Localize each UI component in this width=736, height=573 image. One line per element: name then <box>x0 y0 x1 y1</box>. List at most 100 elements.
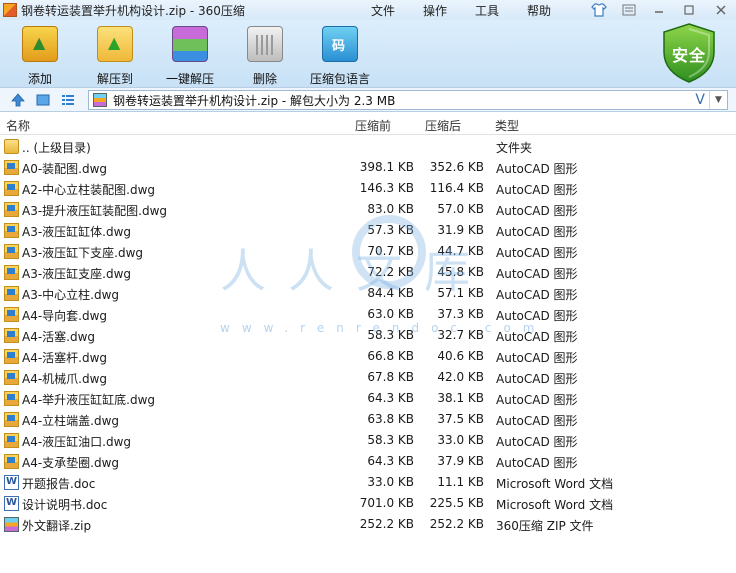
extract-button-label: 解压到 <box>96 72 133 86</box>
dwg-icon <box>4 433 19 448</box>
column-type[interactable]: 类型 <box>495 117 519 134</box>
close-icon[interactable] <box>706 1 736 19</box>
file-name: 开题报告.doc <box>22 477 96 491</box>
column-packed[interactable]: 压缩后 <box>425 117 461 134</box>
delete-button[interactable]: 删除 <box>230 26 300 87</box>
file-row[interactable]: A4-活塞杆.dwg 66.8 KB 40.6 KB AutoCAD 图形 <box>0 346 736 367</box>
security-shield-badge[interactable]: 安全 <box>660 22 718 84</box>
file-row[interactable]: .. (上级目录) 文件夹 <box>0 136 736 157</box>
file-size: 70.7 KB <box>367 244 414 258</box>
file-type: AutoCAD 图形 <box>496 414 578 428</box>
file-row[interactable]: 设计说明书.doc 701.0 KB 225.5 KB Microsoft Word … <box>0 493 736 514</box>
dwg-icon <box>4 223 19 238</box>
one-click-extract-icon <box>172 26 208 62</box>
file-row[interactable]: A4-液压缸油口.dwg 58.3 KB 33.0 KB AutoCAD 图形 <box>0 430 736 451</box>
menu-help[interactable]: 帮助 <box>527 2 551 19</box>
file-size: 33.0 KB <box>367 475 414 489</box>
file-packed-size: 37.3 KB <box>437 307 484 321</box>
file-row[interactable]: A3-液压缸支座.dwg 72.2 KB 45.8 KB AutoCAD 图形 <box>0 262 736 283</box>
extract-to-button[interactable]: 解压到 <box>80 26 150 87</box>
file-type: 文件夹 <box>496 141 533 155</box>
file-packed-size: 45.8 KB <box>437 265 484 279</box>
menu-file[interactable]: 文件 <box>371 2 395 19</box>
dwg-icon <box>4 286 19 301</box>
column-size[interactable]: 压缩前 <box>355 117 391 134</box>
archive-language-button[interactable]: 压缩包语言 <box>305 26 375 87</box>
file-type: AutoCAD 图形 <box>496 246 578 260</box>
minimize-icon[interactable] <box>646 1 672 19</box>
file-size: 58.3 KB <box>367 328 414 342</box>
up-arrow-icon[interactable] <box>10 92 26 108</box>
thumbnail-view-icon[interactable] <box>35 92 51 108</box>
file-size: 701.0 KB <box>359 496 414 510</box>
archive-language-label: 压缩包语言 <box>309 72 370 86</box>
file-name: A3-中心立柱.dwg <box>22 288 120 302</box>
path-field[interactable]: 钢卷转运装置举升机构设计.zip - 解包大小为 2.3 MB V ▼ <box>88 90 728 110</box>
dwg-icon <box>4 391 19 406</box>
file-packed-size: 31.9 KB <box>437 223 484 237</box>
menu-list-icon[interactable] <box>616 1 642 19</box>
file-size: 57.3 KB <box>367 223 414 237</box>
file-row[interactable]: A4-支承垫圈.dwg 64.3 KB 37.9 KB AutoCAD 图形 <box>0 451 736 472</box>
file-row[interactable]: 外文翻译.zip 252.2 KB 252.2 KB 360压缩 ZIP 文件 <box>0 514 736 535</box>
file-name: A4-举升液压缸缸底.dwg <box>22 393 156 407</box>
file-row[interactable]: A4-立柱端盖.dwg 63.8 KB 37.5 KB AutoCAD 图形 <box>0 409 736 430</box>
dwg-icon <box>4 370 19 385</box>
file-packed-size: 40.6 KB <box>437 349 484 363</box>
delete-button-label: 删除 <box>252 72 277 86</box>
add-button[interactable]: 添加 <box>5 26 75 87</box>
file-name: A3-液压缸支座.dwg <box>22 267 132 281</box>
file-row[interactable]: A4-机械爪.dwg 67.8 KB 42.0 KB AutoCAD 图形 <box>0 367 736 388</box>
file-packed-size: 11.1 KB <box>437 475 484 489</box>
chevron-down-icon[interactable]: ▼ <box>709 91 727 109</box>
file-row[interactable]: A2-中心立柱装配图.dwg 146.3 KB 116.4 KB AutoCAD 图形 <box>0 178 736 199</box>
file-row[interactable]: A4-活塞.dwg 58.3 KB 32.7 KB AutoCAD 图形 <box>0 325 736 346</box>
list-view-icon[interactable] <box>60 92 76 108</box>
file-size: 66.8 KB <box>367 349 414 363</box>
file-size: 72.2 KB <box>367 265 414 279</box>
column-name[interactable]: 名称 <box>6 117 30 134</box>
file-type: AutoCAD 图形 <box>496 351 578 365</box>
file-packed-size: 33.0 KB <box>437 433 484 447</box>
file-name: A4-机械爪.dwg <box>22 372 108 386</box>
file-type: AutoCAD 图形 <box>496 309 578 323</box>
file-row[interactable]: A4-举升液压缸缸底.dwg 64.3 KB 38.1 KB AutoCAD 图形 <box>0 388 736 409</box>
file-type: AutoCAD 图形 <box>496 288 578 302</box>
file-type: AutoCAD 图形 <box>496 435 578 449</box>
restore-icon[interactable] <box>676 1 702 19</box>
file-row[interactable]: A3-提升液压缸装配图.dwg 83.0 KB 57.0 KB AutoCAD 图形 <box>0 199 736 220</box>
file-packed-size: 42.0 KB <box>437 370 484 384</box>
dwg-icon <box>4 265 19 280</box>
file-size: 63.0 KB <box>367 307 414 321</box>
file-size: 252.2 KB <box>359 517 414 531</box>
file-size: 58.3 KB <box>367 433 414 447</box>
file-row[interactable]: 开题报告.doc 33.0 KB 11.1 KB Microsoft Word 文档 <box>0 472 736 493</box>
file-type: Microsoft Word 文档 <box>496 477 614 491</box>
file-row[interactable]: A3-液压缸下支座.dwg 70.7 KB 44.7 KB AutoCAD 图形 <box>0 241 736 262</box>
file-size: 146.3 KB <box>359 181 414 195</box>
file-name: A3-液压缸缸体.dwg <box>22 225 132 239</box>
menu-tools[interactable]: 工具 <box>475 2 499 19</box>
file-row[interactable]: A3-中心立柱.dwg 84.4 KB 57.1 KB AutoCAD 图形 <box>0 283 736 304</box>
file-name: A3-液压缸下支座.dwg <box>22 246 144 260</box>
file-type: AutoCAD 图形 <box>496 183 578 197</box>
dwg-icon <box>4 181 19 196</box>
file-packed-size: 37.9 KB <box>437 454 484 468</box>
file-row[interactable]: A4-导向套.dwg 63.0 KB 37.3 KB AutoCAD 图形 <box>0 304 736 325</box>
skin-shirt-icon[interactable] <box>586 1 612 19</box>
path-history-toggle[interactable]: V <box>695 91 705 109</box>
folder-icon <box>4 139 19 154</box>
file-name: A2-中心立柱装配图.dwg <box>22 183 156 197</box>
dwg-icon <box>4 328 19 343</box>
file-type: AutoCAD 图形 <box>496 393 578 407</box>
file-row[interactable]: A0-装配图.dwg 398.1 KB 352.6 KB AutoCAD 图形 <box>0 157 736 178</box>
file-row[interactable]: A3-液压缸缸体.dwg 57.3 KB 31.9 KB AutoCAD 图形 <box>0 220 736 241</box>
trash-can-icon <box>247 26 283 62</box>
file-type: AutoCAD 图形 <box>496 267 578 281</box>
menu-operation[interactable]: 操作 <box>423 2 447 19</box>
file-size: 84.4 KB <box>367 286 414 300</box>
file-name: A4-活塞.dwg <box>22 330 96 344</box>
file-name: A4-导向套.dwg <box>22 309 108 323</box>
zip-archive-icon <box>4 517 19 532</box>
one-click-extract-button[interactable]: 一键解压 <box>155 26 225 87</box>
